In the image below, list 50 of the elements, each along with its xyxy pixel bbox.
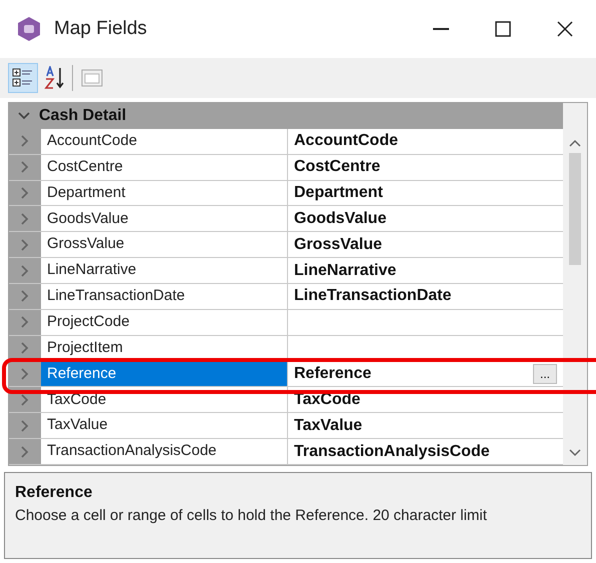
property-name: GrossValue (41, 232, 288, 258)
property-name: TaxValue (41, 413, 288, 438)
property-name: GoodsValue (41, 206, 288, 232)
property-name: ProjectItem (41, 336, 288, 361)
property-value: LineTransactionDate (294, 286, 452, 306)
app-logo-icon (16, 16, 42, 42)
property-row[interactable]: Reference Reference ... (9, 362, 563, 388)
browse-button[interactable]: ... (533, 364, 557, 384)
category-row[interactable]: Cash Detail (9, 103, 563, 129)
property-value: TransactionAnalysisCode (294, 442, 490, 462)
property-name: Reference (41, 362, 288, 386)
property-value: CostCentre (294, 157, 380, 178)
property-value: AccountCode (294, 131, 398, 152)
scrollbar-thumb[interactable] (569, 153, 581, 265)
categorized-icon (12, 67, 34, 89)
window-title: Map Fields (54, 16, 147, 41)
property-row[interactable]: GoodsValue GoodsValue (9, 206, 563, 232)
property-value: Department (294, 183, 383, 203)
property-value: GrossValue (294, 234, 382, 255)
property-row[interactable]: LineNarrative LineNarrative (9, 258, 563, 284)
property-value: LineNarrative (294, 260, 396, 281)
toolbar-button[interactable] (8, 63, 38, 93)
property-row[interactable]: GrossValue GrossValue (9, 232, 563, 258)
property-row[interactable]: ProjectCode (9, 310, 563, 336)
scroll-down-icon[interactable] (569, 449, 581, 457)
category-label: Cash Detail (39, 106, 126, 126)
description-text: Choose a cell or range of cells to hold the Reference. 20 character limit (15, 506, 488, 526)
property-name: LineNarrative (41, 258, 288, 284)
scroll-up-icon[interactable] (569, 139, 581, 147)
sort-icon (44, 66, 66, 90)
property-row[interactable]: Department Department (9, 180, 563, 206)
property-name: Department (41, 180, 288, 206)
property-row[interactable]: AccountCode AccountCode (9, 128, 563, 155)
property-row[interactable]: TransactionAnalysisCode TransactionAnalysisCode (9, 439, 563, 466)
property-value: Reference (294, 364, 372, 384)
property-name: CostCentre (41, 154, 288, 180)
property-name: ProjectCode (41, 310, 288, 335)
minimize-icon (433, 28, 449, 30)
maximize-icon (495, 21, 511, 37)
property-name: TransactionAnalysisCode (41, 439, 288, 464)
property-row[interactable]: TaxValue TaxValue (9, 413, 563, 440)
property-name: AccountCode (41, 128, 288, 154)
property-value: TaxValue (294, 416, 362, 436)
property-row[interactable]: LineTransactionDate LineTransactionDate (9, 284, 563, 310)
property-row[interactable]: CostCentre CostCentre (9, 154, 563, 181)
description-title: Reference (15, 483, 94, 503)
pages-icon (81, 68, 103, 88)
property-name: LineTransactionDate (41, 284, 288, 309)
close-icon (557, 21, 573, 37)
property-value: GoodsValue (294, 208, 386, 229)
